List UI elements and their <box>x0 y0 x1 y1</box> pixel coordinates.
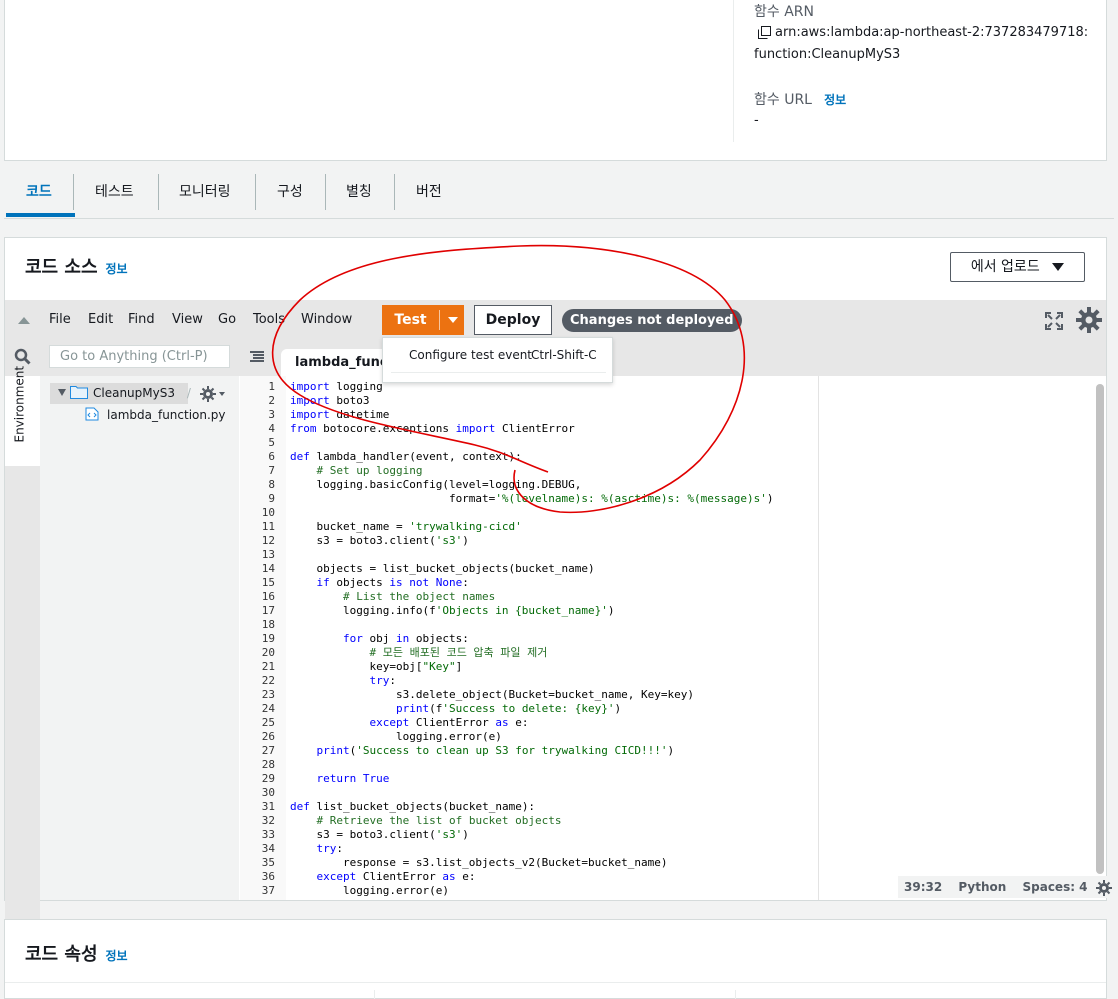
arn-value: arn:aws:lambda:ap-northeast-2:7372834797… <box>758 25 1088 40</box>
tab-separator <box>325 174 326 210</box>
tab-separator <box>394 174 395 210</box>
upload-from-button[interactable]: 에서 업로드 <box>950 252 1085 282</box>
file-tab-lambda-function[interactable]: lambda_function.py <box>281 349 391 376</box>
upload-label: 에서 업로드 <box>970 259 1040 275</box>
test-dropdown-toggle[interactable] <box>442 305 464 335</box>
language-mode[interactable]: Python <box>958 880 1006 894</box>
function-url-row: 함수 URL 정보 <box>754 89 846 109</box>
expand-caret-icon[interactable] <box>58 389 66 396</box>
file-tree <box>40 376 239 900</box>
code-source-info-link[interactable]: 정보 <box>106 262 128 276</box>
tab-code[interactable]: 코드 <box>26 180 52 204</box>
url-info-link[interactable]: 정보 <box>824 93 846 107</box>
function-tabs: 코드 테스트 모니터링 구성 별칭 버전 <box>4 168 1114 219</box>
test-dropdown-menu: Configure test event Ctrl-Shift-C <box>382 337 613 383</box>
code-source-title: 코드 소스 정보 <box>25 257 128 278</box>
tab-versions[interactable]: 버전 <box>416 180 442 204</box>
menu-tools[interactable]: Tools <box>253 312 285 327</box>
editor-scrollbar[interactable] <box>1096 384 1104 874</box>
tab-separator <box>255 174 256 210</box>
folder-icon <box>70 386 88 399</box>
print-margin <box>818 376 819 900</box>
folder-name: CleanupMyS3 / <box>93 386 191 400</box>
test-button[interactable]: Test <box>382 305 439 335</box>
code-properties-panel <box>4 919 1107 999</box>
editor-statusbar: 39:32 Python Spaces: 4 <box>898 876 1118 898</box>
code-properties-info-link[interactable]: 정보 <box>106 949 128 963</box>
status-settings-gear-icon[interactable] <box>1095 879 1112 896</box>
settings-gear-icon[interactable] <box>1076 307 1102 333</box>
divider <box>733 0 734 142</box>
menu-window[interactable]: Window <box>301 312 352 327</box>
divider <box>5 982 1106 983</box>
tree-file-item[interactable]: lambda_function.py <box>107 408 226 422</box>
caret-down-icon <box>1052 263 1065 271</box>
tab-configuration[interactable]: 구성 <box>277 180 303 204</box>
tab-list-icon[interactable] <box>250 351 264 363</box>
arn-line2: function:CleanupMyS3 <box>754 47 901 62</box>
shortcut-hint: Ctrl-Shift-C <box>531 348 597 362</box>
indentation-setting[interactable]: Spaces: 4 <box>1022 880 1087 894</box>
tree-settings-gear-icon[interactable] <box>200 386 226 402</box>
search-icon[interactable] <box>14 348 31 365</box>
code-content: import logging import boto3 import datet… <box>290 380 774 897</box>
cursor-position: 39:32 <box>904 880 943 894</box>
copy-icon[interactable] <box>758 26 771 39</box>
tab-test[interactable]: 테스트 <box>95 180 134 204</box>
divider <box>374 990 375 999</box>
caret-down-icon <box>448 317 458 323</box>
menu-go[interactable]: Go <box>218 312 236 327</box>
collapse-icon[interactable] <box>18 316 30 324</box>
url-value: - <box>754 113 759 128</box>
configure-test-event-item[interactable]: Configure test event <box>409 348 532 362</box>
split-divider <box>439 310 440 330</box>
arn-label: 함수 ARN <box>754 4 814 20</box>
divider <box>391 372 606 373</box>
environment-label: Environment <box>12 365 27 443</box>
deploy-button[interactable]: Deploy <box>474 305 552 335</box>
menu-view[interactable]: View <box>172 312 203 327</box>
test-split-button: Test <box>382 305 464 335</box>
tab-separator <box>73 174 74 210</box>
arn-line1: arn:aws:lambda:ap-northeast-2:7372834797… <box>775 25 1089 40</box>
menu-find[interactable]: Find <box>128 312 155 327</box>
ide-menubar: File Edit Find View Go Tools Window <box>5 300 1106 342</box>
line-numbers: 1 2 3 4 5 6 7 8 9 10 11 12 13 14 15 16 17 18 19 20 21 22 23 24 2… <box>261 380 275 897</box>
menu-edit[interactable]: Edit <box>88 312 113 327</box>
go-to-anything-input[interactable]: Go to Anything (Ctrl-P) <box>49 345 230 368</box>
divider <box>735 990 736 999</box>
tab-aliases[interactable]: 별칭 <box>346 180 372 204</box>
tab-separator <box>158 174 159 210</box>
tab-monitoring[interactable]: 모니터링 <box>179 180 231 204</box>
code-properties-title: 코드 속성 정보 <box>25 944 128 965</box>
url-label: 함수 URL <box>754 92 812 108</box>
fullscreen-icon[interactable] <box>1045 312 1063 330</box>
status-badge: Changes not deployed <box>562 309 742 332</box>
python-file-icon <box>85 407 99 421</box>
menu-file[interactable]: File <box>49 312 71 327</box>
active-tab-indicator <box>6 213 75 217</box>
